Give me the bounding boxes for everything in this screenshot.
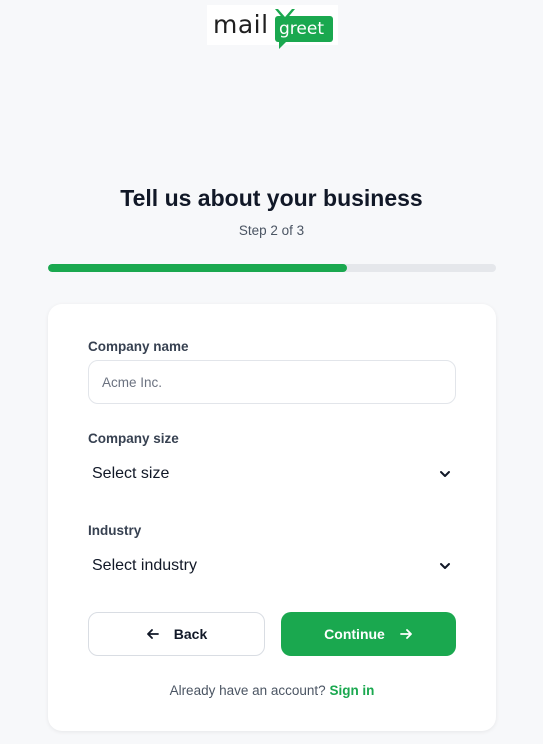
continue-button-label: Continue: [324, 626, 385, 642]
company-name-label: Company name: [88, 339, 189, 354]
logo-mail-text: mail: [213, 10, 269, 39]
back-button[interactable]: Back: [88, 612, 265, 656]
continue-button[interactable]: Continue: [281, 612, 456, 656]
industry-value: Select industry: [92, 557, 197, 574]
signin-prompt-text: Already have an account?: [169, 683, 326, 698]
progress-fill: [48, 264, 347, 272]
page-title: Tell us about your business: [120, 185, 423, 211]
industry-select[interactable]: Select industry: [88, 547, 456, 585]
company-size-select[interactable]: Select size: [88, 455, 456, 493]
company-size-label: Company size: [88, 431, 179, 446]
chevron-down-icon: [440, 563, 450, 569]
arrow-right-icon: [399, 629, 412, 639]
industry-label: Industry: [88, 523, 142, 538]
signup-page: mail greet Tell us about your business S…: [0, 0, 543, 744]
progress-bar: [48, 264, 496, 272]
business-form-card: Company name Company size Select size In…: [48, 304, 496, 731]
company-name-input[interactable]: [88, 360, 456, 404]
company-size-value: Select size: [92, 465, 170, 482]
arrow-left-icon: [146, 629, 159, 639]
logo-greet-text: greet: [279, 19, 324, 39]
back-button-label: Back: [173, 626, 208, 642]
chevron-down-icon: [440, 471, 450, 477]
signin-prompt: Already have an account? Sign in: [48, 683, 496, 698]
sign-in-link[interactable]: Sign in: [329, 683, 374, 698]
mailgreet-logo: mail greet: [207, 5, 338, 49]
step-indicator: Step 2 of 3: [238, 223, 305, 238]
